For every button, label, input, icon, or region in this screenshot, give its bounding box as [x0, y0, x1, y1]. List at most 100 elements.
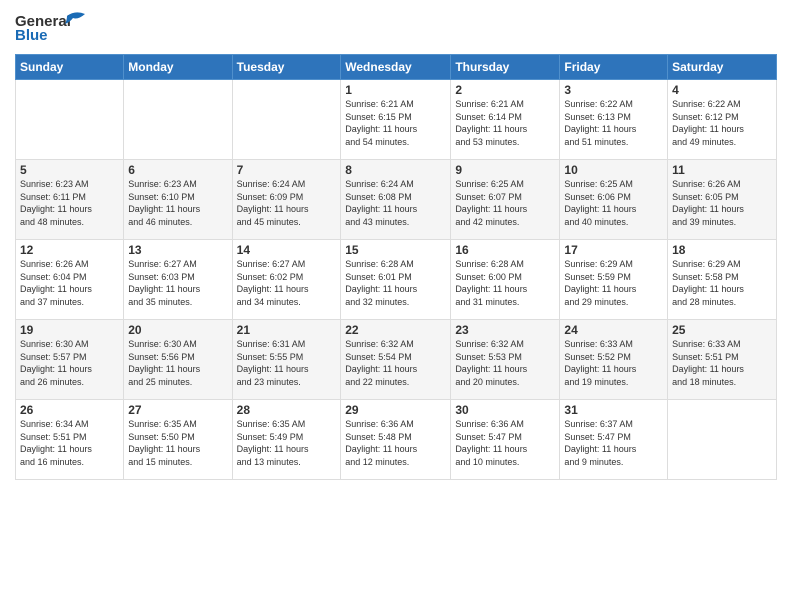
day-cell: 7Sunrise: 6:24 AM Sunset: 6:09 PM Daylig… [232, 160, 341, 240]
day-info: Sunrise: 6:25 AM Sunset: 6:06 PM Dayligh… [564, 178, 663, 228]
day-info: Sunrise: 6:33 AM Sunset: 5:51 PM Dayligh… [672, 338, 772, 388]
day-cell: 4Sunrise: 6:22 AM Sunset: 6:12 PM Daylig… [668, 80, 777, 160]
day-cell: 9Sunrise: 6:25 AM Sunset: 6:07 PM Daylig… [451, 160, 560, 240]
day-info: Sunrise: 6:29 AM Sunset: 5:58 PM Dayligh… [672, 258, 772, 308]
day-cell: 20Sunrise: 6:30 AM Sunset: 5:56 PM Dayli… [124, 320, 232, 400]
day-cell: 27Sunrise: 6:35 AM Sunset: 5:50 PM Dayli… [124, 400, 232, 480]
day-number: 30 [455, 403, 555, 417]
day-cell: 23Sunrise: 6:32 AM Sunset: 5:53 PM Dayli… [451, 320, 560, 400]
calendar-header-row: SundayMondayTuesdayWednesdayThursdayFrid… [16, 55, 777, 80]
day-number: 21 [237, 323, 337, 337]
day-number: 16 [455, 243, 555, 257]
day-cell: 26Sunrise: 6:34 AM Sunset: 5:51 PM Dayli… [16, 400, 124, 480]
day-info: Sunrise: 6:35 AM Sunset: 5:50 PM Dayligh… [128, 418, 227, 468]
day-info: Sunrise: 6:24 AM Sunset: 6:09 PM Dayligh… [237, 178, 337, 228]
week-row-5: 26Sunrise: 6:34 AM Sunset: 5:51 PM Dayli… [16, 400, 777, 480]
day-number: 5 [20, 163, 119, 177]
day-cell: 15Sunrise: 6:28 AM Sunset: 6:01 PM Dayli… [341, 240, 451, 320]
logo: GeneralBlue [15, 10, 95, 46]
header-thursday: Thursday [451, 55, 560, 80]
day-info: Sunrise: 6:37 AM Sunset: 5:47 PM Dayligh… [564, 418, 663, 468]
day-cell: 3Sunrise: 6:22 AM Sunset: 6:13 PM Daylig… [560, 80, 668, 160]
day-info: Sunrise: 6:21 AM Sunset: 6:14 PM Dayligh… [455, 98, 555, 148]
day-info: Sunrise: 6:26 AM Sunset: 6:05 PM Dayligh… [672, 178, 772, 228]
day-cell: 8Sunrise: 6:24 AM Sunset: 6:08 PM Daylig… [341, 160, 451, 240]
header-saturday: Saturday [668, 55, 777, 80]
day-number: 11 [672, 163, 772, 177]
day-number: 12 [20, 243, 119, 257]
day-cell: 31Sunrise: 6:37 AM Sunset: 5:47 PM Dayli… [560, 400, 668, 480]
day-info: Sunrise: 6:27 AM Sunset: 6:03 PM Dayligh… [128, 258, 227, 308]
week-row-1: 1Sunrise: 6:21 AM Sunset: 6:15 PM Daylig… [16, 80, 777, 160]
day-cell: 30Sunrise: 6:36 AM Sunset: 5:47 PM Dayli… [451, 400, 560, 480]
day-number: 17 [564, 243, 663, 257]
header: GeneralBlue [15, 10, 777, 46]
day-number: 25 [672, 323, 772, 337]
day-cell: 25Sunrise: 6:33 AM Sunset: 5:51 PM Dayli… [668, 320, 777, 400]
day-number: 22 [345, 323, 446, 337]
day-number: 15 [345, 243, 446, 257]
day-cell: 13Sunrise: 6:27 AM Sunset: 6:03 PM Dayli… [124, 240, 232, 320]
day-number: 8 [345, 163, 446, 177]
day-info: Sunrise: 6:23 AM Sunset: 6:11 PM Dayligh… [20, 178, 119, 228]
day-number: 7 [237, 163, 337, 177]
day-number: 10 [564, 163, 663, 177]
day-number: 19 [20, 323, 119, 337]
day-cell [124, 80, 232, 160]
day-number: 28 [237, 403, 337, 417]
week-row-3: 12Sunrise: 6:26 AM Sunset: 6:04 PM Dayli… [16, 240, 777, 320]
day-number: 31 [564, 403, 663, 417]
day-info: Sunrise: 6:22 AM Sunset: 6:13 PM Dayligh… [564, 98, 663, 148]
day-cell: 21Sunrise: 6:31 AM Sunset: 5:55 PM Dayli… [232, 320, 341, 400]
day-cell: 12Sunrise: 6:26 AM Sunset: 6:04 PM Dayli… [16, 240, 124, 320]
day-info: Sunrise: 6:25 AM Sunset: 6:07 PM Dayligh… [455, 178, 555, 228]
day-info: Sunrise: 6:26 AM Sunset: 6:04 PM Dayligh… [20, 258, 119, 308]
day-info: Sunrise: 6:30 AM Sunset: 5:56 PM Dayligh… [128, 338, 227, 388]
day-info: Sunrise: 6:23 AM Sunset: 6:10 PM Dayligh… [128, 178, 227, 228]
day-number: 29 [345, 403, 446, 417]
day-info: Sunrise: 6:34 AM Sunset: 5:51 PM Dayligh… [20, 418, 119, 468]
day-cell: 18Sunrise: 6:29 AM Sunset: 5:58 PM Dayli… [668, 240, 777, 320]
day-info: Sunrise: 6:36 AM Sunset: 5:47 PM Dayligh… [455, 418, 555, 468]
day-cell: 28Sunrise: 6:35 AM Sunset: 5:49 PM Dayli… [232, 400, 341, 480]
day-info: Sunrise: 6:35 AM Sunset: 5:49 PM Dayligh… [237, 418, 337, 468]
day-cell: 14Sunrise: 6:27 AM Sunset: 6:02 PM Dayli… [232, 240, 341, 320]
day-cell: 24Sunrise: 6:33 AM Sunset: 5:52 PM Dayli… [560, 320, 668, 400]
header-friday: Friday [560, 55, 668, 80]
day-cell: 2Sunrise: 6:21 AM Sunset: 6:14 PM Daylig… [451, 80, 560, 160]
day-number: 24 [564, 323, 663, 337]
day-info: Sunrise: 6:27 AM Sunset: 6:02 PM Dayligh… [237, 258, 337, 308]
day-number: 9 [455, 163, 555, 177]
day-number: 26 [20, 403, 119, 417]
header-monday: Monday [124, 55, 232, 80]
day-cell: 11Sunrise: 6:26 AM Sunset: 6:05 PM Dayli… [668, 160, 777, 240]
day-info: Sunrise: 6:29 AM Sunset: 5:59 PM Dayligh… [564, 258, 663, 308]
day-number: 3 [564, 83, 663, 97]
day-cell: 1Sunrise: 6:21 AM Sunset: 6:15 PM Daylig… [341, 80, 451, 160]
svg-text:Blue: Blue [15, 27, 48, 44]
day-number: 6 [128, 163, 227, 177]
day-info: Sunrise: 6:22 AM Sunset: 6:12 PM Dayligh… [672, 98, 772, 148]
day-info: Sunrise: 6:24 AM Sunset: 6:08 PM Dayligh… [345, 178, 446, 228]
day-info: Sunrise: 6:21 AM Sunset: 6:15 PM Dayligh… [345, 98, 446, 148]
day-number: 13 [128, 243, 227, 257]
day-cell [16, 80, 124, 160]
day-cell: 29Sunrise: 6:36 AM Sunset: 5:48 PM Dayli… [341, 400, 451, 480]
day-info: Sunrise: 6:28 AM Sunset: 6:00 PM Dayligh… [455, 258, 555, 308]
calendar-table: SundayMondayTuesdayWednesdayThursdayFrid… [15, 54, 777, 480]
day-number: 2 [455, 83, 555, 97]
day-info: Sunrise: 6:28 AM Sunset: 6:01 PM Dayligh… [345, 258, 446, 308]
day-cell: 16Sunrise: 6:28 AM Sunset: 6:00 PM Dayli… [451, 240, 560, 320]
day-cell: 5Sunrise: 6:23 AM Sunset: 6:11 PM Daylig… [16, 160, 124, 240]
page: GeneralBlue SundayMondayTuesdayWednesday… [0, 0, 792, 612]
day-info: Sunrise: 6:31 AM Sunset: 5:55 PM Dayligh… [237, 338, 337, 388]
day-number: 18 [672, 243, 772, 257]
day-cell: 17Sunrise: 6:29 AM Sunset: 5:59 PM Dayli… [560, 240, 668, 320]
day-cell: 22Sunrise: 6:32 AM Sunset: 5:54 PM Dayli… [341, 320, 451, 400]
week-row-4: 19Sunrise: 6:30 AM Sunset: 5:57 PM Dayli… [16, 320, 777, 400]
day-info: Sunrise: 6:33 AM Sunset: 5:52 PM Dayligh… [564, 338, 663, 388]
day-cell: 19Sunrise: 6:30 AM Sunset: 5:57 PM Dayli… [16, 320, 124, 400]
day-cell: 6Sunrise: 6:23 AM Sunset: 6:10 PM Daylig… [124, 160, 232, 240]
header-tuesday: Tuesday [232, 55, 341, 80]
day-info: Sunrise: 6:32 AM Sunset: 5:53 PM Dayligh… [455, 338, 555, 388]
